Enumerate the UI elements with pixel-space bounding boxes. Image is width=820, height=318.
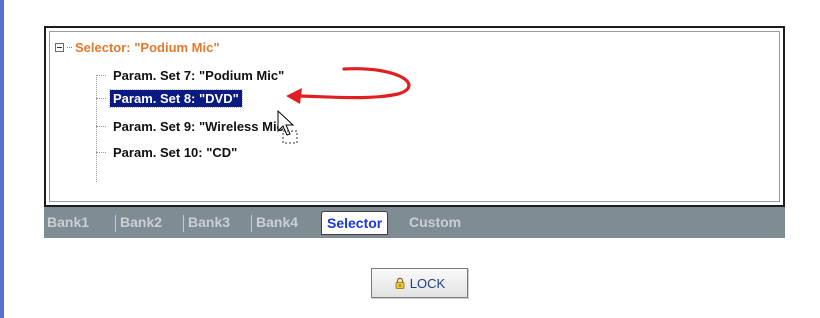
- red-curved-arrow: [298, 67, 411, 100]
- drag-annotation-overlay: [277, 67, 411, 144]
- red-arrowhead: [286, 88, 302, 104]
- mouse-cursor-icon: [277, 109, 295, 136]
